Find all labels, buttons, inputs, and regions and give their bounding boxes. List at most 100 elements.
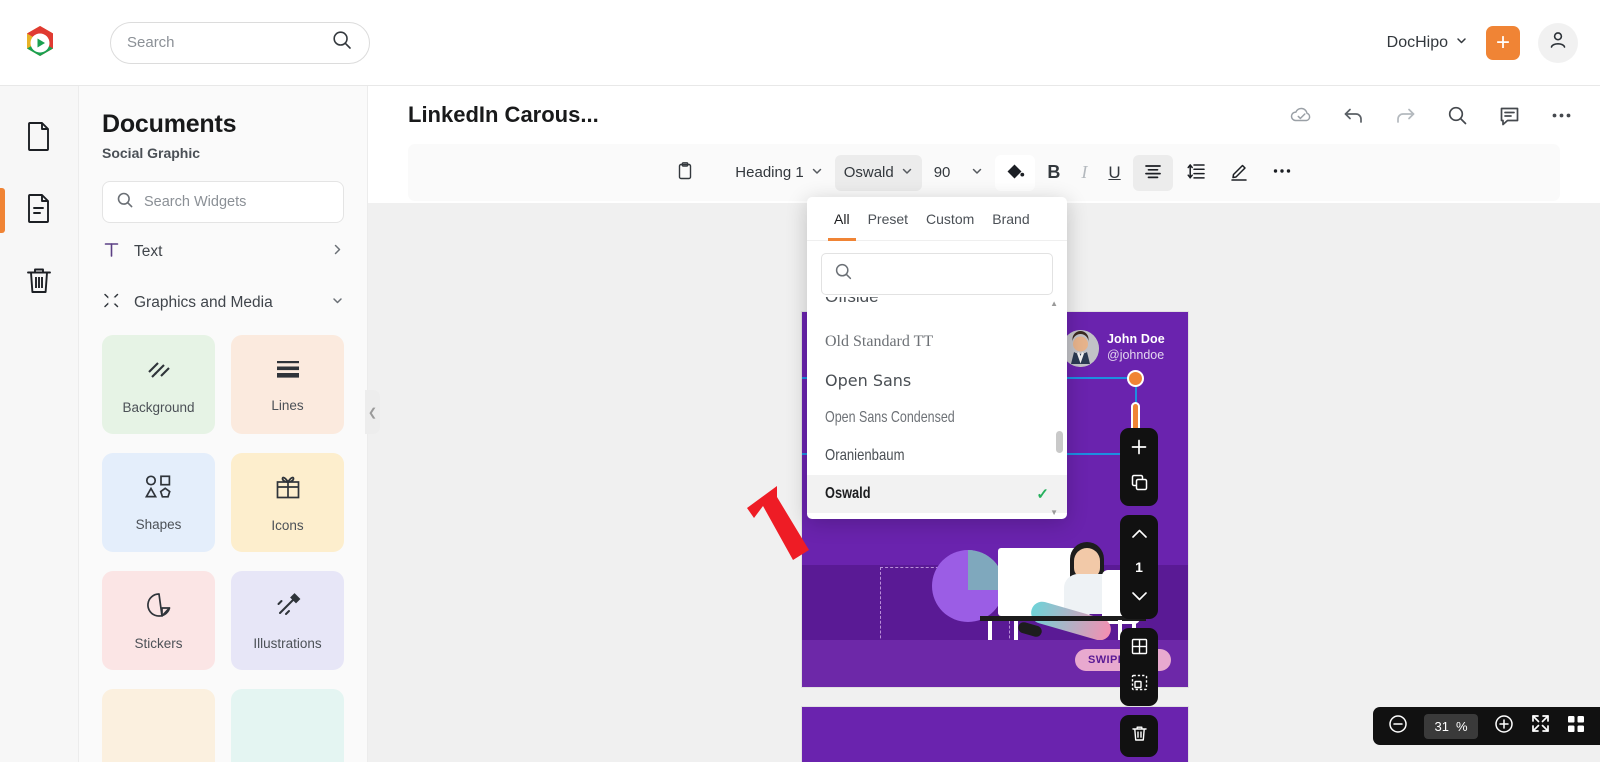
font-option-open-sans-condensed[interactable]: Open Sans Condensed [807, 399, 1067, 437]
text-style-selector[interactable]: Heading 1 [726, 155, 831, 191]
undo-arrow-icon[interactable] [1341, 103, 1366, 128]
minus-circle-icon [1387, 713, 1409, 740]
chevron-down-icon [1130, 589, 1149, 608]
object-toolbar-group-layer: 1 [1120, 515, 1158, 619]
cloud-check-icon[interactable] [1289, 103, 1314, 128]
font-search[interactable] [821, 253, 1053, 295]
chevron-right-icon [331, 243, 344, 261]
grid-view-button[interactable] [1566, 714, 1586, 739]
widget-card-label: Shapes [135, 517, 182, 532]
widget-card-lines[interactable]: Lines [231, 335, 344, 434]
page-icon [22, 119, 56, 158]
widget-search[interactable] [102, 181, 344, 223]
page-title: Documents [102, 110, 237, 138]
search-icon[interactable] [1445, 103, 1470, 128]
widget-card-stickers[interactable]: Stickers [102, 571, 215, 670]
font-option-old-standard-tt[interactable]: Old Standard TT [807, 323, 1067, 361]
font-search-input[interactable] [871, 266, 1052, 282]
text-color-button[interactable] [995, 154, 1036, 191]
document-title[interactable]: LinkedIn Carous... [408, 102, 599, 128]
zoom-unit: % [1455, 718, 1468, 734]
highlighter-button[interactable] [1219, 155, 1259, 191]
global-search[interactable] [110, 21, 370, 64]
underline-button[interactable]: U [1099, 155, 1129, 191]
font-list-scroll-thumb[interactable] [1056, 431, 1063, 453]
redo-arrow-icon[interactable] [1393, 103, 1418, 128]
line-height-button[interactable] [1176, 155, 1216, 191]
widget-card-icons[interactable]: Icons [231, 453, 344, 552]
fit-to-screen-button[interactable] [1530, 713, 1551, 739]
duplicate-object-button[interactable] [1126, 472, 1152, 498]
zoom-controls: 31 % [1373, 707, 1600, 745]
bold-label: B [1047, 162, 1061, 182]
tab-preset[interactable]: Preset [859, 197, 917, 241]
font-option-open-sans[interactable]: Open Sans [807, 361, 1067, 399]
font-list[interactable]: Offside Old Standard TT Open Sans Open S… [807, 297, 1067, 519]
bold-button[interactable]: B [1038, 155, 1069, 191]
align-button[interactable] [1132, 154, 1173, 191]
top-header: DocHipo + [0, 0, 1600, 86]
font-family-value: Oswald [843, 164, 894, 181]
toolbar-more-button[interactable] [1262, 155, 1302, 191]
font-option-oswald[interactable]: Oswald ✓ [807, 475, 1067, 513]
copy-icon [1130, 473, 1149, 497]
font-family-dropdown[interactable]: All Preset Custom Brand Offside Old Stan… [807, 197, 1067, 519]
plus-icon: + [1495, 28, 1510, 56]
user-avatar-icon [1547, 29, 1569, 56]
header-right-actions: DocHipo + [1387, 22, 1578, 63]
widget-card-illustrations[interactable]: Illustrations [231, 571, 344, 670]
sidebar-item-trash[interactable] [0, 246, 79, 318]
font-size-value: 90 [933, 164, 951, 181]
panel-collapse-handle[interactable]: ❮ [365, 390, 380, 434]
tab-all[interactable]: All [825, 197, 859, 241]
zoom-level-display[interactable]: 31 % [1424, 713, 1478, 739]
category-text[interactable]: Text [102, 229, 344, 274]
dochipo-hexagon-logo[interactable] [20, 23, 60, 63]
category-graphics-and-media[interactable]: Graphics and Media [102, 280, 344, 325]
italic-button[interactable]: I [1072, 155, 1096, 191]
search-input[interactable] [127, 34, 331, 51]
move-layer-up-button[interactable] [1126, 523, 1152, 549]
widget-card-partial-2[interactable] [231, 689, 344, 762]
zoom-out-button[interactable] [1387, 713, 1409, 740]
tab-custom[interactable]: Custom [917, 197, 983, 241]
italic-label: I [1081, 162, 1088, 182]
widgets-panel: Documents Social Graphic Text [79, 86, 368, 762]
more-horizontal-icon[interactable] [1549, 103, 1574, 128]
font-option-label: Offside [825, 297, 879, 307]
widget-card-partial-1[interactable] [102, 689, 215, 762]
scroll-down-arrow-icon[interactable]: ▼ [1050, 508, 1058, 517]
highlighter-pen-icon [1228, 160, 1250, 186]
font-option-offside[interactable]: Offside [807, 297, 1067, 323]
delete-object-button[interactable] [1126, 723, 1152, 749]
fullscreen-arrows-icon [1530, 713, 1551, 739]
crop-button[interactable] [1126, 672, 1152, 698]
left-icon-rail [0, 86, 79, 762]
category-label: Text [134, 242, 163, 260]
widget-card-shapes[interactable]: Shapes [102, 453, 215, 552]
widget-search-input[interactable] [144, 194, 331, 210]
add-object-button[interactable] [1126, 436, 1152, 462]
font-family-selector[interactable]: Oswald [834, 154, 922, 191]
tab-brand[interactable]: Brand [983, 197, 1038, 241]
font-option-oranienbaum[interactable]: Oranienbaum [807, 437, 1067, 475]
sidebar-item-pages[interactable] [0, 102, 79, 174]
profile-avatar-button[interactable] [1538, 22, 1578, 63]
font-list-scrollbar[interactable]: ▲ ▼ [1050, 297, 1063, 519]
move-layer-down-button[interactable] [1126, 585, 1152, 611]
clipboard-button[interactable] [666, 155, 704, 191]
zoom-in-button[interactable] [1493, 713, 1515, 740]
dochipo-editor-app: DocHipo + [0, 0, 1600, 762]
sidebar-item-widgets[interactable] [0, 174, 79, 246]
trash-icon [22, 263, 56, 302]
create-new-button[interactable]: + [1486, 25, 1520, 60]
plus-circle-icon [1493, 713, 1515, 740]
font-size-selector[interactable]: 90 [925, 155, 993, 191]
widget-card-background[interactable]: Background [102, 335, 215, 434]
document-lines-icon [22, 191, 56, 230]
scroll-up-arrow-icon[interactable]: ▲ [1050, 299, 1058, 308]
widget-card-label: Illustrations [253, 636, 322, 651]
grid-button[interactable] [1126, 636, 1152, 662]
workspace-selector[interactable]: DocHipo [1387, 34, 1468, 52]
comment-icon[interactable] [1497, 103, 1522, 128]
